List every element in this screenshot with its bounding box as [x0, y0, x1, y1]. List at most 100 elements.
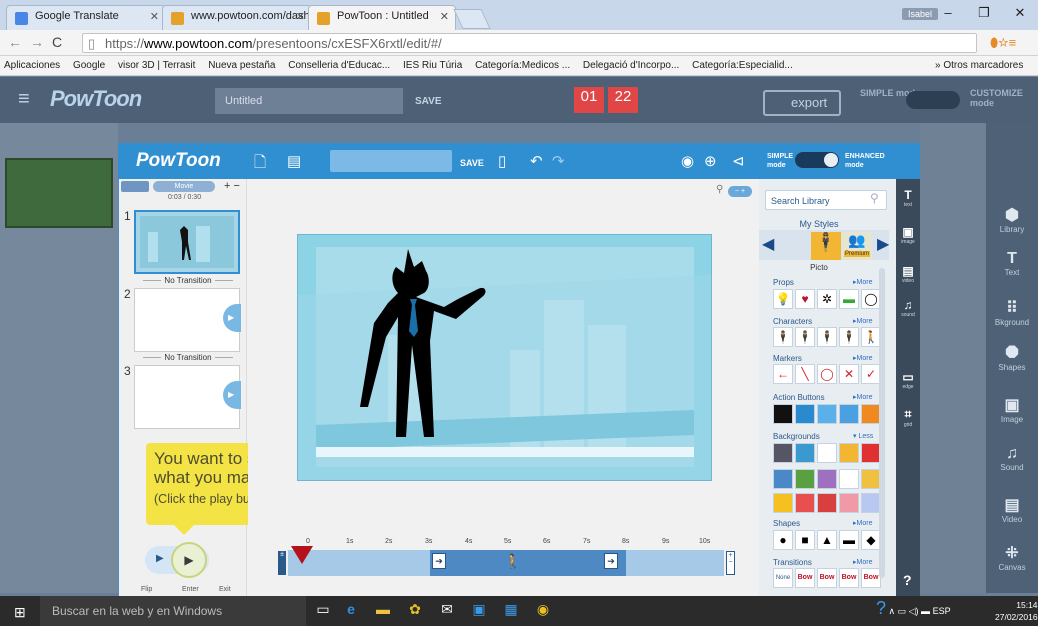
taskbar-search[interactable]: Buscar en la web y en Windows [40, 596, 306, 626]
timeline-object-range[interactable] [430, 550, 626, 576]
add-remove-slide-icons[interactable]: + − [224, 180, 240, 192]
title-input[interactable] [330, 150, 452, 172]
help-icon[interactable]: ? [903, 572, 912, 588]
search-icon[interactable]: ⚲ [870, 191, 879, 205]
character-5-icon[interactable]: 🚶 [861, 327, 881, 347]
circle-shape-icon[interactable]: ● [773, 530, 793, 550]
other-bookmarks[interactable]: » Otros marcadores [935, 60, 1023, 71]
windows-start-icon[interactable]: ⊞ [14, 604, 26, 621]
flower-icon[interactable]: ✲ [817, 289, 837, 309]
diamond-shape-icon[interactable]: ◆ [861, 530, 881, 550]
tab-powtoon-dashboard[interactable]: www.powtoon.com/dashb ✕ [162, 5, 312, 30]
close-icon[interactable]: ✕ [440, 10, 449, 23]
stage-canvas[interactable] [297, 234, 712, 481]
line-marker-icon[interactable]: ╲ [795, 364, 815, 384]
backgrounds-less-link[interactable]: ▾ Less [853, 432, 873, 440]
bg-gold-icon[interactable] [861, 469, 881, 489]
x-marker-icon[interactable]: ✕ [839, 364, 859, 384]
play-small-icon[interactable]: ▶ [156, 553, 164, 564]
playhead-marker[interactable] [291, 546, 313, 564]
bookmark-especialid[interactable]: Categoría:Especialid... [692, 60, 793, 71]
bg-tool-text[interactable]: T Text [988, 250, 1036, 277]
check-marker-icon[interactable]: ✓ [861, 364, 881, 384]
tool-grid[interactable]: ⌗ grid [896, 407, 920, 428]
bookmark-medicos[interactable]: Categoría:Medicos ... [475, 60, 570, 71]
bg-pattern-icon[interactable] [773, 443, 793, 463]
tool-video[interactable]: ▤ video [896, 264, 920, 284]
bg-blue-icon[interactable] [773, 469, 793, 489]
timeline-add-remove[interactable]: + − [726, 551, 735, 575]
document-icon[interactable]: ▯ [498, 152, 506, 170]
square-shape-icon[interactable]: ■ [795, 530, 815, 550]
url-field[interactable]: ▯ https://www.powtoon.com/presentoons/cxE… [82, 33, 977, 53]
exit-label[interactable]: Exit [219, 586, 231, 593]
character-2-icon[interactable]: 🕴 [795, 327, 815, 347]
enter-label[interactable]: Enter [182, 586, 199, 593]
arrow-marker-icon[interactable]: ← [773, 364, 793, 384]
action-buttons-more-link[interactable]: ▸More [853, 393, 872, 401]
library-scrollbar[interactable] [879, 268, 885, 578]
task-view-icon[interactable]: ▭ [312, 601, 334, 621]
zoom-control[interactable]: − + [728, 186, 752, 197]
bulb-icon[interactable]: 💡 [773, 289, 793, 309]
bg-city-icon[interactable] [795, 443, 815, 463]
transition-bow-4[interactable]: Bow [861, 568, 881, 588]
bg-lavender-icon[interactable] [861, 493, 881, 513]
tool-edge[interactable]: ▭ edge [896, 370, 920, 390]
library-search-input[interactable]: Search Library [765, 190, 887, 210]
file-explorer-icon[interactable]: ▬ [372, 601, 394, 621]
undo-icon[interactable]: ↶ [530, 152, 543, 170]
button-lightblue-icon[interactable] [817, 404, 837, 424]
chevron-right-icon[interactable]: ▶ [877, 234, 889, 254]
transition-bow-3[interactable]: Bow [839, 568, 859, 588]
reload-icon[interactable]: C [52, 34, 70, 50]
redo-icon[interactable]: ↷ [552, 152, 565, 170]
store-icon[interactable]: ✿ [404, 601, 426, 621]
language-indicator[interactable]: ESP [933, 606, 951, 616]
bg-yellow-icon[interactable] [839, 443, 859, 463]
save-button[interactable]: SAVE [460, 158, 484, 168]
share-icon[interactable]: ⊲ [732, 152, 745, 170]
preview-eye-icon[interactable]: ◉ [681, 152, 694, 170]
bg-mode-toggle[interactable] [906, 91, 960, 109]
tab-powtoon-untitled[interactable]: PowToon : Untitled ✕ [308, 5, 456, 30]
circle-marker-icon[interactable]: ◯ [817, 364, 837, 384]
button-black-icon[interactable] [773, 404, 793, 424]
chevron-left-icon[interactable]: ◀ [762, 234, 774, 254]
transition-none[interactable]: None [773, 568, 793, 588]
export-icon[interactable]: ⊕ [704, 152, 717, 170]
bg-title-input[interactable]: Untitled [215, 88, 403, 114]
back-icon[interactable]: ← [8, 34, 30, 50]
bg-tool-library[interactable]: ⬢ Library [988, 205, 1036, 234]
transition-bow-2[interactable]: Bow [817, 568, 837, 588]
clock[interactable]: 15:14 27/02/2016 [995, 599, 1038, 623]
add-slide-icon[interactable]: ▤ [287, 152, 301, 170]
heart-icon[interactable]: ♥ [795, 289, 815, 309]
bg-green-icon[interactable] [795, 469, 815, 489]
bg-export-button[interactable]: export [763, 90, 841, 116]
bg-tool-shapes[interactable]: ⯃ Shapes [988, 345, 1036, 372]
bg-tool-image[interactable]: ▣ Image [988, 395, 1036, 424]
bg-purple-icon[interactable] [817, 469, 837, 489]
timeline-left-handle[interactable]: ± [278, 551, 286, 575]
bookmark-delegacio[interactable]: Delegació d'Incorpo... [583, 60, 679, 71]
chrome-icon[interactable]: ◉ [532, 601, 554, 621]
mail-icon[interactable]: ✉ [436, 601, 458, 621]
bg-tool-canvas[interactable]: ⁜ Canvas [988, 543, 1036, 572]
rectangle-shape-icon[interactable]: ▬ [839, 530, 859, 550]
character-4-icon[interactable]: 🕴 [839, 327, 859, 347]
bookmark-ies[interactable]: IES Riu Túria [403, 60, 462, 71]
bg-tool-background[interactable]: ⠿ Bkground [988, 298, 1036, 327]
bg-red-icon[interactable] [861, 443, 881, 463]
menu-icon[interactable]: ≡ [18, 88, 30, 111]
bg-pink-icon[interactable] [839, 493, 859, 513]
new-file-icon[interactable]: 🗋 [254, 152, 266, 177]
button-cyan-icon[interactable] [839, 404, 859, 424]
tool-image[interactable]: ▣ image [896, 225, 920, 245]
tool-text[interactable]: Ttext [896, 188, 920, 208]
bg-save-button[interactable]: SAVE [415, 96, 442, 107]
media-icon[interactable]: ▦ [500, 601, 522, 621]
tab-google-translate[interactable]: Google Translate ✕ [6, 5, 166, 30]
triangle-shape-icon[interactable]: ▲ [817, 530, 837, 550]
edge-browser-icon[interactable]: e [340, 601, 362, 621]
